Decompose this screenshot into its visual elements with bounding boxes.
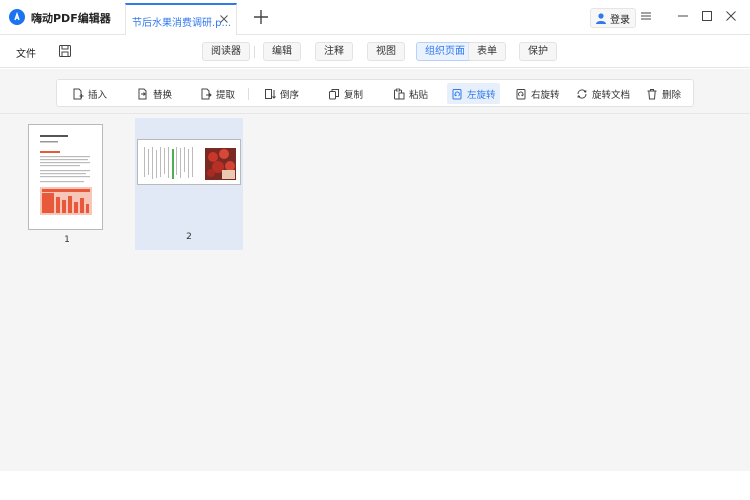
status-bar	[0, 471, 750, 500]
save-icon[interactable]	[58, 44, 72, 58]
app-title: 嗨动PDF编辑器	[31, 12, 111, 25]
page-thumbnail-item-selected[interactable]: 2	[135, 118, 243, 250]
document-tab[interactable]: 节后水果消费调研.p...	[125, 3, 237, 35]
menu-bar: 文件 阅读器 编辑 注释 视图 组织页面 表单 保护	[0, 35, 750, 68]
app-logo-icon	[9, 9, 25, 25]
tab-form[interactable]: 表单	[468, 42, 506, 61]
reverse-order-button[interactable]: 倒序	[260, 83, 303, 104]
insert-label: 插入	[88, 89, 108, 101]
rotate-document-icon	[577, 88, 587, 99]
tab-view[interactable]: 视图	[367, 42, 405, 61]
rotate-right-button[interactable]: 右旋转	[511, 83, 564, 104]
close-window-icon[interactable]	[724, 9, 738, 23]
login-label: 登录	[610, 14, 630, 26]
delete-label: 删除	[662, 89, 682, 101]
tab-organize-pages[interactable]: 组织页面	[416, 42, 474, 61]
copy-icon	[329, 88, 339, 99]
tab-annotate[interactable]: 注释	[315, 42, 353, 61]
user-avatar-icon	[596, 13, 606, 24]
toolbar-divider	[248, 88, 249, 100]
add-tab-icon[interactable]	[253, 9, 269, 25]
rotate-left-label: 左旋转	[467, 89, 496, 101]
workspace: 插入 替换 提取 倒序 复制 粘贴 左旋转 右旋转 旋转文档 删除 1 2	[0, 69, 750, 471]
page-thumbnail-item[interactable]: 1	[24, 120, 110, 250]
trash-icon	[647, 88, 657, 99]
page-number: 1	[64, 235, 70, 245]
page-preview	[40, 135, 92, 215]
replace-page-icon	[138, 88, 147, 99]
maximize-icon[interactable]	[700, 9, 714, 23]
rotate-left-icon	[452, 88, 462, 99]
delete-button[interactable]: 删除	[642, 83, 685, 104]
minimize-icon[interactable]	[676, 9, 690, 23]
tab-edit[interactable]: 编辑	[263, 42, 301, 61]
rotate-left-button[interactable]: 左旋转	[447, 83, 500, 104]
paste-label: 粘贴	[409, 89, 429, 101]
extract-button[interactable]: 提取	[196, 83, 239, 104]
copy-label: 复制	[344, 89, 364, 101]
extract-label: 提取	[216, 89, 236, 101]
title-bar: 嗨动PDF编辑器 节后水果消费调研.p... 登录	[0, 0, 750, 35]
rotate-document-label: 旋转文档	[592, 89, 631, 101]
extract-page-icon	[201, 88, 212, 99]
tab-reader[interactable]: 阅读器	[202, 42, 250, 61]
paste-icon	[394, 88, 405, 99]
insert-page-icon	[73, 88, 84, 99]
reverse-order-icon	[265, 88, 276, 99]
replace-label: 替换	[153, 89, 173, 101]
copy-button[interactable]: 复制	[324, 83, 367, 104]
document-tab-label: 节后水果消费调研.p...	[132, 18, 232, 29]
reverse-order-label: 倒序	[280, 89, 300, 101]
paste-button[interactable]: 粘贴	[389, 83, 432, 104]
page-grid: 1 2	[0, 113, 750, 471]
page-thumbnail-portrait[interactable]	[28, 124, 103, 230]
menu-divider	[254, 46, 255, 58]
rotate-right-icon	[516, 88, 526, 99]
organize-toolbar: 插入 替换 提取 倒序 复制 粘贴 左旋转 右旋转 旋转文档 删除	[56, 79, 694, 107]
page-thumbnail-landscape[interactable]	[137, 139, 241, 185]
rotate-right-label: 右旋转	[531, 89, 560, 101]
close-tab-icon[interactable]	[219, 14, 229, 24]
rotate-document-button[interactable]: 旋转文档	[572, 83, 634, 104]
replace-button[interactable]: 替换	[133, 83, 176, 104]
page-number: 2	[186, 232, 192, 242]
tab-protect[interactable]: 保护	[519, 42, 557, 61]
page-preview	[144, 147, 236, 180]
menu-icon[interactable]	[639, 9, 653, 23]
insert-button[interactable]: 插入	[68, 83, 111, 104]
file-menu[interactable]: 文件	[16, 45, 36, 60]
login-button[interactable]: 登录	[590, 8, 636, 28]
